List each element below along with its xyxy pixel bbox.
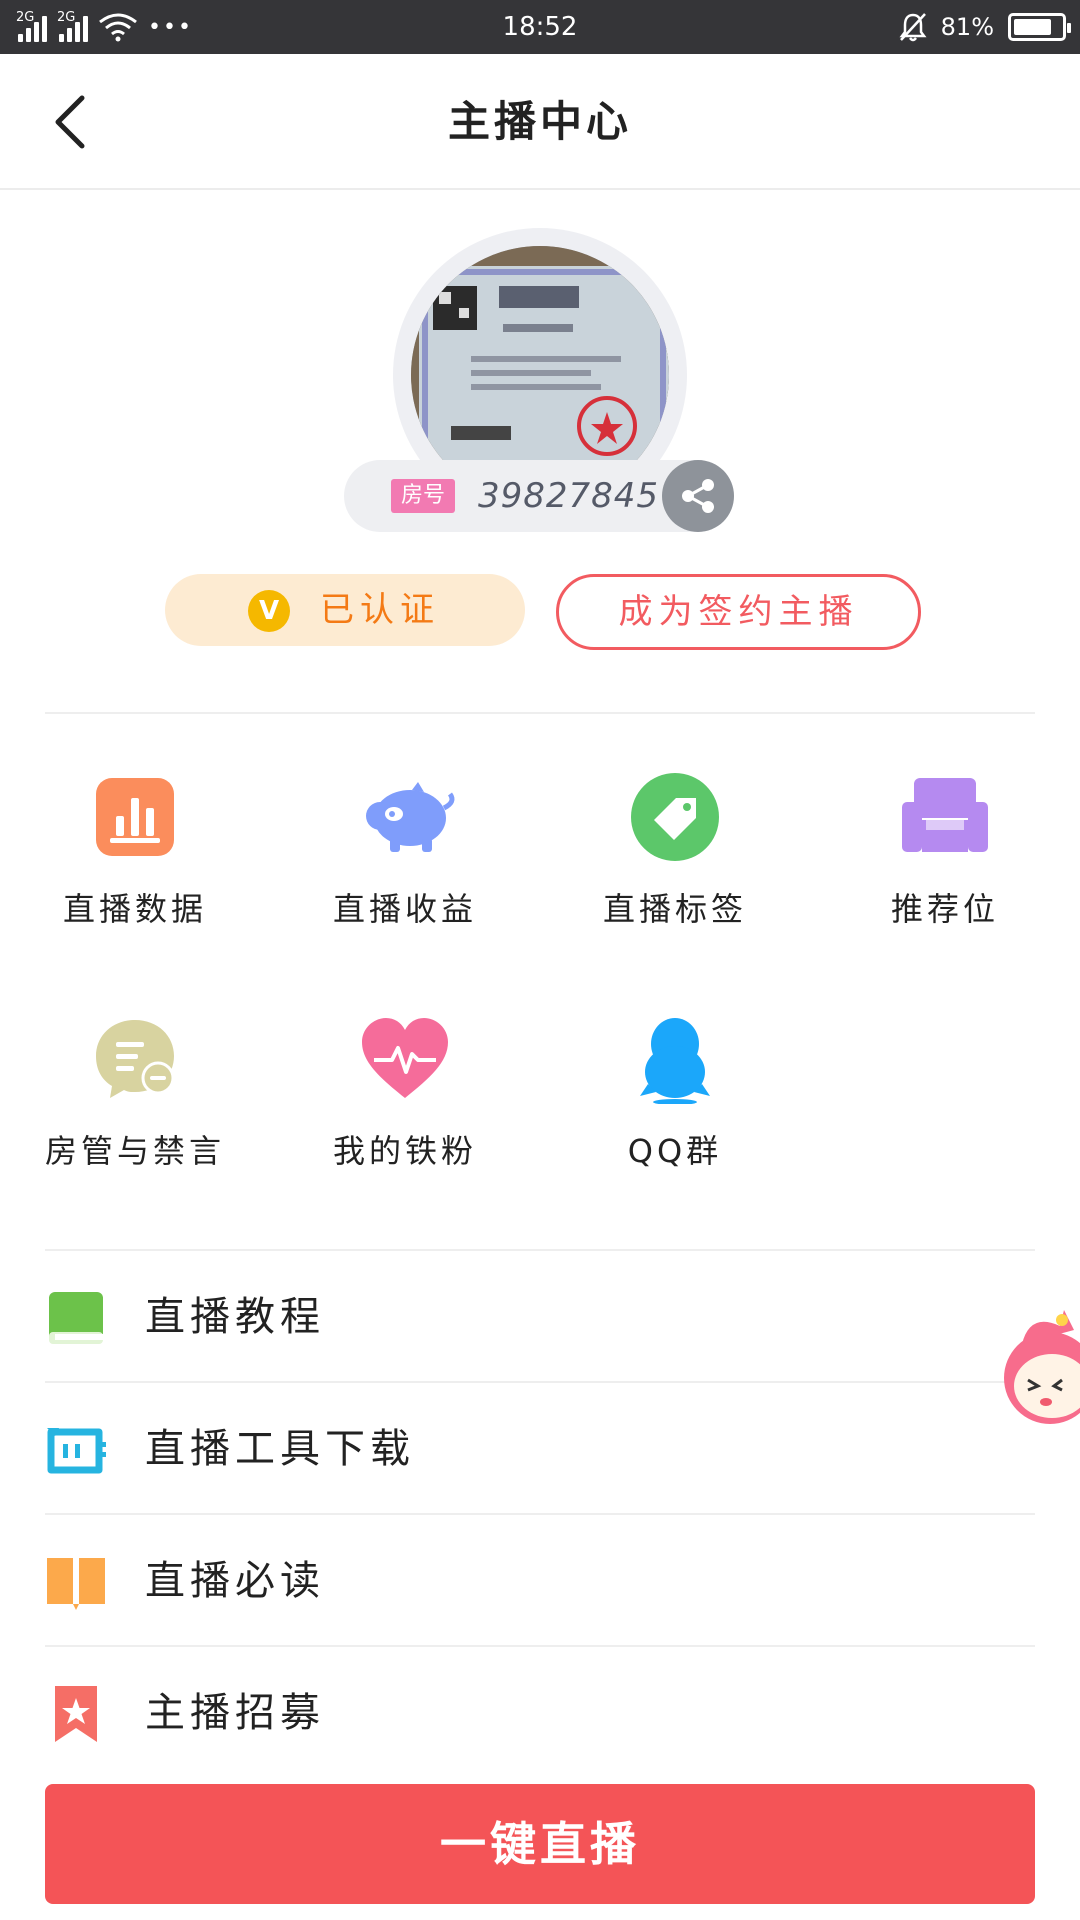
divider xyxy=(45,1381,1035,1383)
battery-icon xyxy=(1008,13,1071,41)
grid-label: 直播数据 xyxy=(62,890,207,928)
bar-chart-icon xyxy=(96,778,174,856)
sofa-icon xyxy=(902,778,988,852)
divider xyxy=(45,1249,1035,1251)
start-live-button[interactable]: 一键直播 xyxy=(45,1784,1035,1904)
divider xyxy=(45,712,1035,714)
grid-item-live-income[interactable]: 直播收益 xyxy=(270,772,540,962)
bookmark-star-icon xyxy=(55,1686,97,1742)
list-label: 直播教程 xyxy=(145,1294,325,1340)
grid-label: 推荐位 xyxy=(890,890,999,928)
grid-item-live-tags[interactable]: 直播标签 xyxy=(540,772,810,962)
battery-percent: 81% xyxy=(940,13,994,41)
list-label: 直播工具下载 xyxy=(145,1426,415,1472)
grid-label: QQ群 xyxy=(627,1132,723,1170)
verified-label: 已认证 xyxy=(320,590,440,630)
divider xyxy=(45,1513,1035,1515)
list-item-tool-download[interactable]: 直播工具下载 xyxy=(45,1384,1035,1514)
list-label: 主播招募 xyxy=(145,1690,325,1736)
room-badge: 房号 xyxy=(391,479,455,513)
piggy-bank-icon xyxy=(366,782,455,852)
share-button[interactable] xyxy=(662,460,734,532)
chat-mute-icon xyxy=(96,1020,175,1098)
become-signed-anchor-button[interactable]: 成为签约主播 xyxy=(556,574,921,650)
grid-item-live-data[interactable]: 直播数据 xyxy=(0,772,270,962)
list-item-recruitment[interactable]: 主播招募 xyxy=(45,1648,1035,1778)
grid-item-my-fans[interactable]: 我的铁粉 xyxy=(270,1014,540,1204)
divider xyxy=(45,1645,1035,1647)
tag-icon xyxy=(631,773,719,861)
room-number: 39827845 xyxy=(478,476,660,516)
grid-label: 直播标签 xyxy=(602,890,747,928)
qq-penguin-icon xyxy=(640,1018,710,1104)
status-bar: 2G 2G ••• 18:52 81% xyxy=(0,0,1080,54)
grid-item-qq-group[interactable]: QQ群 xyxy=(540,1014,810,1204)
book-icon xyxy=(49,1292,103,1344)
verified-v-icon: V xyxy=(248,590,290,632)
bell-muted-icon xyxy=(899,13,927,42)
share-icon xyxy=(682,479,714,513)
grid-label: 房管与禁言 xyxy=(44,1132,225,1170)
floating-mascot-icon[interactable] xyxy=(1000,1308,1080,1428)
list-item-must-read[interactable]: 直播必读 xyxy=(45,1516,1035,1646)
page-title: 主播中心 xyxy=(447,97,632,146)
list-item-live-tutorial[interactable]: 直播教程 xyxy=(45,1252,1035,1382)
open-book-icon xyxy=(47,1558,105,1610)
tool-download-icon xyxy=(47,1428,106,1474)
grid-item-recommend-slot[interactable]: 推荐位 xyxy=(810,772,1080,962)
header: 主播中心 xyxy=(0,54,1080,190)
grid-label: 我的铁粉 xyxy=(332,1132,477,1170)
grid-item-room-admin[interactable]: 房管与禁言 xyxy=(0,1014,270,1204)
list-label: 直播必读 xyxy=(145,1558,325,1604)
heart-pulse-icon xyxy=(362,1018,448,1098)
grid-label: 直播收益 xyxy=(332,890,477,928)
